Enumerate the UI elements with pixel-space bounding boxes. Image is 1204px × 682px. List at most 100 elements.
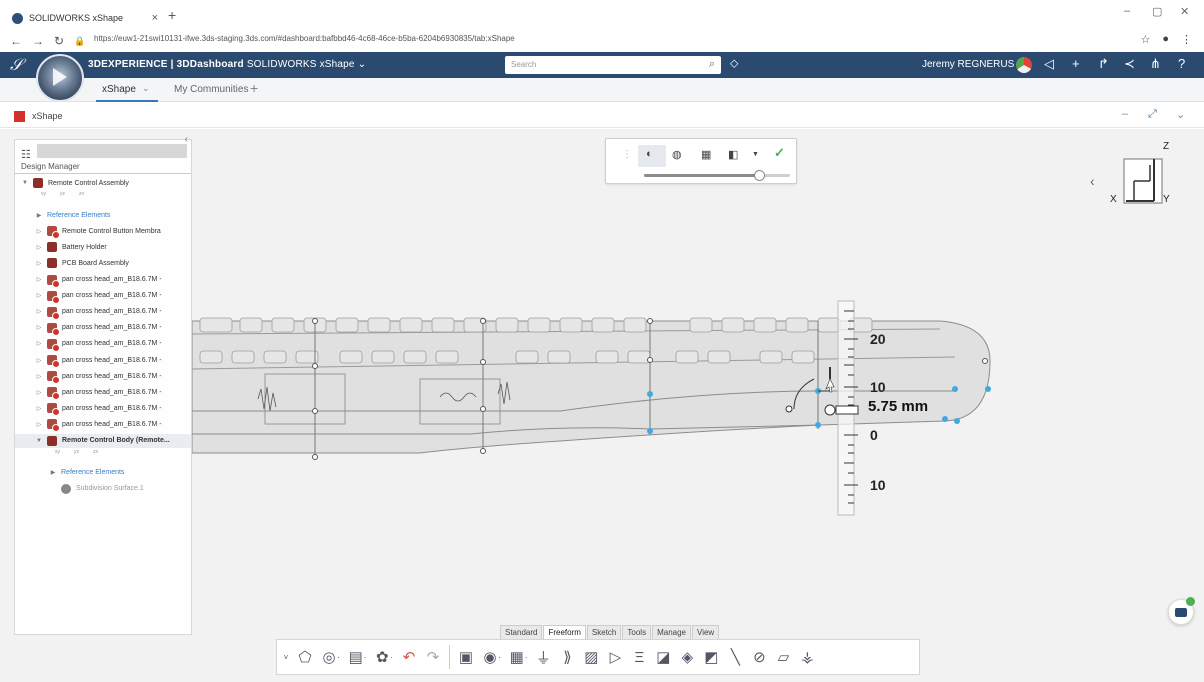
plane-label[interactable]: yz: [60, 191, 65, 197]
browser-menu-icon[interactable]: ⋮: [1181, 33, 1192, 46]
sphere-primitive-icon[interactable]: ◉: [482, 648, 498, 666]
tag-icon[interactable]: ⬦: [730, 56, 738, 71]
settings-icon[interactable]: ✿: [374, 648, 390, 666]
undo-icon[interactable]: ↶: [401, 648, 417, 666]
mirror-icon[interactable]: ◈: [679, 648, 695, 666]
plane-label[interactable]: yz: [74, 449, 79, 455]
collapse-toggle-icon[interactable]: ▷: [35, 292, 43, 299]
collapse-panel-icon[interactable]: ‹: [185, 134, 188, 145]
thicken-icon[interactable]: ▱: [775, 648, 791, 666]
toolbar-expand-icon[interactable]: ˅: [283, 653, 289, 662]
reference-planes[interactable]: xy yz zx: [41, 191, 84, 197]
tree-item[interactable]: ▼ Remote Control Body (Remote...: [15, 433, 191, 448]
app-title[interactable]: 3DEXPERIENCE | 3DDashboard SOLIDWORKS xS…: [88, 59, 366, 70]
plane-label[interactable]: zx: [93, 449, 98, 455]
command-tab[interactable]: View: [692, 625, 720, 639]
collapse-toggle-icon[interactable]: ▷: [35, 373, 43, 380]
collapse-toggle-icon[interactable]: ▷: [35, 389, 43, 396]
search-icon[interactable]: ⌕: [709, 58, 715, 71]
dropdown-chevron-icon[interactable]: ▼: [752, 151, 759, 158]
profile-icon[interactable]: ●: [1162, 33, 1169, 46]
reload-icon[interactable]: ↻: [54, 34, 64, 48]
back-icon[interactable]: ←: [10, 34, 22, 48]
chat-button[interactable]: [1168, 597, 1195, 625]
new-tab-button[interactable]: +: [168, 7, 176, 23]
view-cube[interactable]: [1123, 158, 1163, 204]
confirm-check-icon[interactable]: ✓: [774, 145, 785, 161]
expand-toggle-icon[interactable]: ▼: [21, 180, 29, 186]
command-tab[interactable]: Standard: [500, 625, 543, 639]
expand-toggle-icon[interactable]: ▼: [35, 438, 43, 444]
collapse-toggle-icon[interactable]: ▷: [35, 276, 43, 283]
display-mode-icon[interactable]: ◐: [646, 148, 653, 160]
drag-handle-icon[interactable]: ⋮: [622, 149, 632, 160]
widget-minimize-icon[interactable]: –: [1122, 108, 1128, 120]
collapse-toggle-icon[interactable]: ▷: [35, 308, 43, 315]
help-icon[interactable]: ?: [1178, 56, 1185, 71]
collapse-toggle-icon[interactable]: ▶: [49, 469, 57, 476]
select-icon[interactable]: ⬠: [297, 648, 313, 666]
tree-item[interactable]: ▷ pan cross head_am_B18.6.7M -: [15, 321, 191, 335]
close-window-icon[interactable]: ✕: [1180, 5, 1189, 18]
bridge-icon[interactable]: ⟫: [559, 648, 575, 666]
collapse-toggle-icon[interactable]: ▷: [35, 324, 43, 331]
community-icon[interactable]: ≺: [1124, 56, 1135, 72]
collapse-toggle-icon[interactable]: ▷: [35, 260, 43, 267]
tree-item[interactable]: ▷ pan cross head_am_B18.6.7M -: [15, 401, 191, 416]
tree-search-field[interactable]: [37, 144, 187, 158]
collapse-toggle-icon[interactable]: ▷: [35, 244, 43, 251]
sculpt-icon[interactable]: ╲: [727, 648, 743, 666]
tree-item[interactable]: ▷ pan cross head_am_B18.6.7M -: [15, 337, 191, 351]
command-tab[interactable]: Freeform: [543, 625, 586, 639]
tree-item[interactable]: ▷ Remote Control Button Membra: [15, 224, 191, 239]
search-input[interactable]: Search ⌕: [505, 56, 721, 74]
share-icon[interactable]: ↱: [1098, 56, 1109, 72]
widget-expand-icon[interactable]: ⤢: [1148, 108, 1157, 121]
url-text[interactable]: https://euw1-21swi10131-ifwe.3ds-staging…: [94, 34, 515, 43]
cage-display-icon[interactable]: ▦: [701, 148, 711, 161]
collapse-toggle-icon[interactable]: ▷: [35, 357, 43, 364]
maximize-icon[interactable]: ▢: [1152, 5, 1162, 18]
transparency-slider[interactable]: [644, 170, 790, 181]
bookmark-star-icon[interactable]: ☆: [1140, 33, 1150, 46]
notification-icon[interactable]: ◁: [1044, 56, 1054, 72]
collapse-toggle-icon[interactable]: ▷: [35, 421, 43, 428]
tree-item[interactable]: Subdivision Surface.1: [15, 482, 191, 496]
face-icon[interactable]: ▨: [583, 648, 599, 666]
symmetry-icon[interactable]: ⚶: [799, 648, 815, 666]
add-tab-icon[interactable]: +: [250, 80, 258, 96]
redo-icon[interactable]: ↷: [425, 648, 441, 666]
extrude-icon[interactable]: ⏚: [535, 647, 551, 668]
tree-item[interactable]: ▷ Battery Holder: [15, 240, 191, 254]
reference-planes[interactable]: xy yz zx: [55, 449, 98, 455]
crease-icon[interactable]: Ξ: [631, 649, 647, 666]
section-view-icon[interactable]: ◍: [672, 148, 682, 161]
collapse-toggle-icon[interactable]: ▷: [35, 340, 43, 347]
tab-menu-chevron-icon[interactable]: ⌄: [142, 83, 150, 94]
fill-icon[interactable]: ▷: [607, 648, 623, 666]
tree-item[interactable]: ▼ Remote Control Assembly: [15, 176, 191, 190]
slider-knob[interactable]: [754, 170, 766, 181]
tree-filter-icon[interactable]: ☷: [21, 148, 31, 161]
tree-item[interactable]: ▷ pan cross head_am_B18.6.7M -: [15, 353, 191, 367]
tree-item[interactable]: ▷ pan cross head_am_B18.6.7M -: [15, 289, 191, 303]
add-icon[interactable]: +: [1072, 56, 1080, 71]
subdivide-icon[interactable]: ▦: [509, 648, 525, 666]
tree-item[interactable]: ▶ Reference Elements: [15, 466, 191, 480]
tree-item[interactable]: ▷ pan cross head_am_B18.6.7M -: [15, 369, 191, 384]
tree-item[interactable]: ▷ pan cross head_am_B18.6.7M -: [15, 305, 191, 319]
plane-label[interactable]: xy: [55, 449, 60, 455]
save-icon[interactable]: ▤: [348, 648, 364, 666]
forward-icon[interactable]: →: [32, 34, 44, 48]
tree-item[interactable]: ▶ Reference Elements: [15, 208, 191, 222]
command-tab[interactable]: Sketch: [586, 625, 622, 639]
box-primitive-icon[interactable]: ▣: [458, 648, 474, 666]
compass-icon[interactable]: [36, 54, 84, 102]
user-name[interactable]: Jeremy REGNERUS: [922, 59, 1014, 70]
tree-item[interactable]: ▷ pan cross head_am_B18.6.7M -: [15, 273, 191, 287]
apps-icon[interactable]: ⋔: [1150, 56, 1161, 72]
tab-my-communities[interactable]: My Communities: [174, 84, 248, 95]
display-icon[interactable]: ◎: [321, 648, 337, 666]
measure-icon[interactable]: ⊘: [751, 648, 767, 666]
appearance-icon[interactable]: ◧: [728, 148, 738, 161]
